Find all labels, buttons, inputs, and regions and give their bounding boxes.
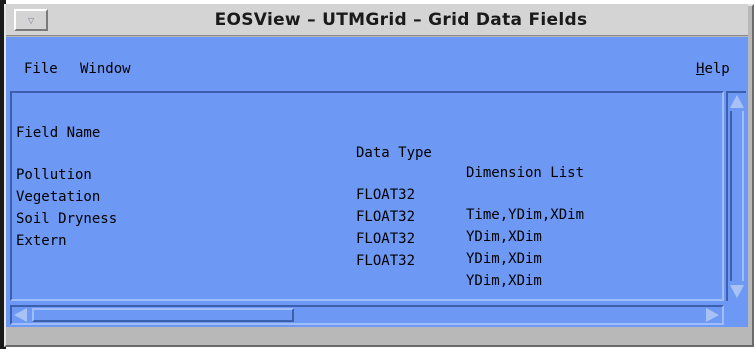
list-item[interactable]: Extern FLOAT32 YDim,XDim — [16, 211, 542, 289]
vertical-scroll-track[interactable] — [730, 111, 744, 281]
scroll-up-arrow-icon[interactable] — [730, 95, 744, 108]
scroll-right-arrow-icon[interactable] — [706, 308, 719, 322]
header-data-type: Data Type — [356, 145, 432, 161]
field-name: Extern — [16, 233, 67, 249]
scroll-left-arrow-icon[interactable] — [14, 308, 27, 322]
list-item[interactable]: Vegetation FLOAT32 YDim,XDim — [16, 167, 542, 245]
field-dims: YDim,XDim — [466, 229, 542, 245]
menu-bar: File Window Help — [6, 37, 748, 89]
vertical-scrollbar[interactable] — [726, 91, 746, 301]
field-dims: YDim,XDim — [466, 273, 542, 289]
title-bar[interactable]: ▽ EOSView – UTMGrid – Grid Data Fields — [6, 4, 748, 36]
list-item[interactable]: Soil Dryness FLOAT32 YDim,XDim — [16, 189, 542, 267]
menu-help[interactable]: Help — [696, 61, 730, 77]
field-dims: YDim,XDim — [466, 251, 542, 267]
field-type: FLOAT32 — [356, 231, 416, 247]
header-field-name: Field Name — [16, 125, 101, 141]
horizontal-scroll-thumb[interactable] — [32, 308, 294, 322]
field-dims: Time,YDim,XDim — [466, 207, 585, 223]
field-type: FLOAT32 — [356, 209, 416, 225]
scroll-down-arrow-icon[interactable] — [730, 285, 744, 298]
header-dimension-list: Dimension List — [466, 165, 585, 181]
window-menu-button[interactable]: ▽ — [14, 9, 48, 31]
field-list[interactable]: Field Name Data Type Dimension List Poll… — [10, 91, 724, 301]
field-type: FLOAT32 — [356, 187, 416, 203]
window-title: EOSView – UTMGrid – Grid Data Fields — [214, 10, 588, 30]
field-type: FLOAT32 — [356, 253, 416, 269]
menu-window[interactable]: Window — [80, 61, 131, 77]
window-bottom-border — [6, 327, 748, 343]
horizontal-scrollbar[interactable] — [10, 305, 724, 325]
menu-file[interactable]: File — [24, 61, 58, 77]
window-menu-icon: ▽ — [27, 13, 35, 27]
list-item[interactable]: Pollution FLOAT32 Time,YDim,XDim — [16, 145, 584, 223]
list-header-row: Field Name Data Type Dimension List — [16, 103, 584, 181]
client-area: File Window Help Field Name Data Type Di… — [6, 37, 748, 343]
menu-help-label: elp — [704, 61, 730, 77]
